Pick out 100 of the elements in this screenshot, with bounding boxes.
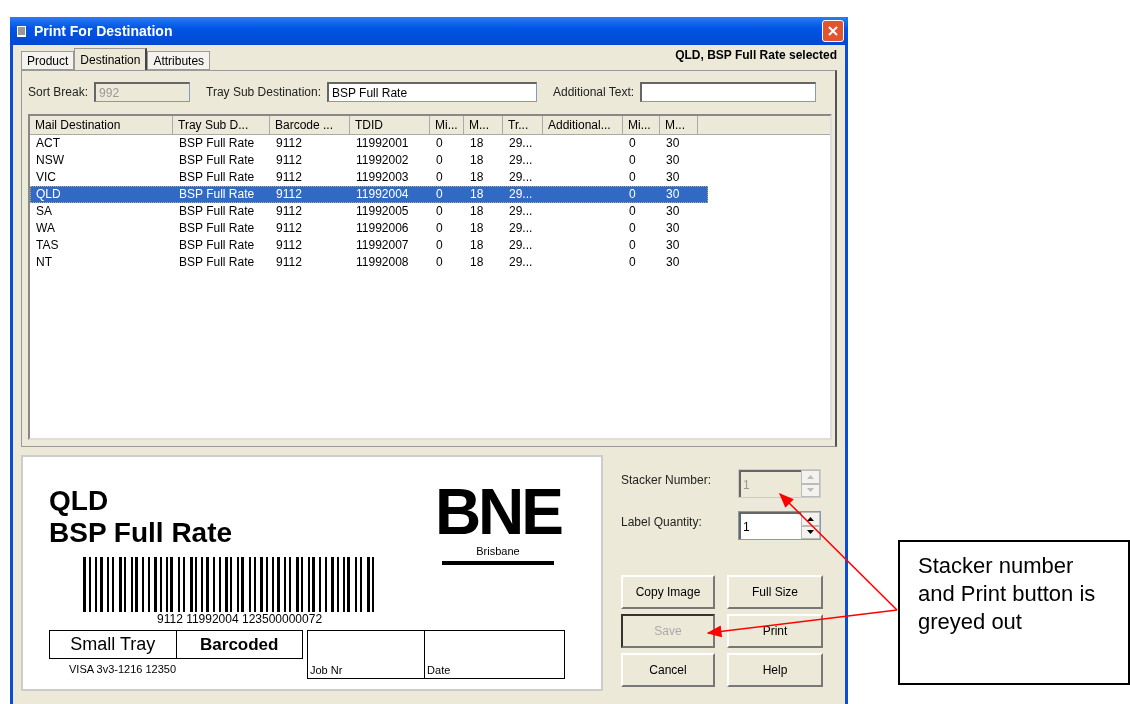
tab[interactable]: Destination [74, 48, 148, 70]
spinner-label: Label Quantity: [621, 515, 702, 529]
table-cell-text: 11992005 [355, 204, 410, 219]
column-header[interactable]: Mi... [623, 116, 660, 135]
column-header[interactable]: Mail Destination [30, 116, 173, 135]
table-cell-text: 30 [665, 187, 681, 202]
tray-size: Small Tray [70, 634, 156, 655]
table-cell-text: TAS [35, 238, 60, 253]
table-cell-text: 9112 [275, 153, 303, 168]
table-cell-text: 9112 [275, 204, 303, 219]
table-cell-text: 0 [435, 170, 444, 185]
text-field[interactable]: BSP Full Rate [327, 82, 537, 102]
table-cell-text: 9112 [275, 255, 303, 270]
table-cell-text: 11992001 [355, 136, 410, 151]
table-cell-text: BSP Full Rate [178, 170, 256, 185]
table-cell-text: 9112 [275, 187, 303, 202]
table-cell-text: 29... [508, 221, 534, 236]
table-cell-text: 0 [435, 153, 444, 168]
table-cell-text: 30 [665, 204, 681, 219]
column-header[interactable]: M... [464, 116, 503, 135]
table-cell-text: 0 [435, 221, 444, 236]
table-cell-text: 11992004 [355, 187, 410, 202]
table-cell-text: NT [35, 255, 53, 270]
port-name: Brisbane [476, 545, 520, 557]
destination-text: QLD [49, 485, 110, 517]
field-label: Sort Break: [28, 85, 89, 99]
table-cell-text: 30 [665, 255, 681, 270]
table-cell-text: 11992002 [355, 153, 410, 168]
column-header[interactable]: Barcode ... [270, 116, 350, 135]
field-label: Tray Sub Destination: [206, 85, 321, 99]
dialog-button[interactable]: Cancel [621, 653, 715, 687]
column-header[interactable]: Mi... [430, 116, 464, 135]
table-cell-text: 11992006 [355, 221, 410, 236]
table-cell-text: 30 [665, 153, 681, 168]
up-arrow-icon [807, 516, 814, 521]
text-field[interactable] [640, 82, 817, 102]
table-cell-text: BSP Full Rate [178, 153, 256, 168]
table-cell-text: 11992003 [355, 170, 410, 185]
table-row[interactable]: NT BSP Full Rate 9112 11992008 0 18 29... 0 30 [30, 254, 708, 271]
down-arrow-icon [807, 530, 814, 535]
table-cell-text: 11992008 [355, 255, 410, 270]
table-cell-text: NSW [35, 153, 65, 168]
table-cell-text: 9112 [275, 136, 303, 151]
table-cell-text: 0 [435, 136, 444, 151]
tab[interactable]: Attributes [147, 51, 211, 70]
table-cell-text: BSP Full Rate [178, 238, 256, 253]
close-icon [828, 26, 838, 36]
table-cell-text: 30 [665, 170, 681, 185]
job-label: Job Nr [310, 664, 343, 676]
table-row[interactable]: NSW BSP Full Rate 9112 11992002 0 18 29... 0 30 [30, 152, 708, 169]
table-cell-text: 18 [469, 204, 485, 219]
table-cell-text: 29... [508, 255, 534, 270]
tab[interactable]: Product [21, 51, 75, 70]
table-cell-text: 9112 [275, 238, 303, 253]
column-header[interactable]: TDID [350, 116, 430, 135]
table-cell-text: ACT [35, 136, 61, 151]
dialog-button[interactable]: Help [727, 653, 823, 687]
table-cell-text: SA [35, 204, 53, 219]
dialog-button[interactable]: Copy Image [621, 575, 715, 609]
table-cell-text: 0 [628, 238, 637, 253]
table-cell-text: 30 [665, 238, 681, 253]
table-cell-text: 0 [628, 204, 637, 219]
table-cell-text: 30 [665, 136, 681, 151]
column-header[interactable]: Tray Sub D... [173, 116, 270, 135]
dialog-button[interactable]: Print [727, 614, 823, 648]
table-cell-text: 0 [628, 221, 637, 236]
down-arrow-icon [807, 488, 814, 493]
table-row[interactable]: VIC BSP Full Rate 9112 11992003 0 18 29... 0 30 [30, 169, 708, 186]
column-header[interactable]: Additional... [543, 116, 623, 135]
table-cell-text: 0 [628, 170, 637, 185]
date-label: Date [427, 664, 451, 676]
dialog-button[interactable]: Full Size [727, 575, 823, 609]
visa-text: VISA 3v3-1216 12350 [69, 663, 178, 675]
table-row[interactable]: ACT BSP Full Rate 9112 11992001 0 18 29... 0 30 [30, 135, 708, 152]
table-row[interactable]: QLD BSP Full Rate 9112 11992004 0 18 29... 0 30 [30, 186, 708, 203]
table-row[interactable]: WA BSP Full Rate 9112 11992006 0 18 29... 0 30 [30, 220, 708, 237]
table-cell-text: 29... [508, 187, 534, 202]
table-cell-text: 29... [508, 153, 534, 168]
table-cell-text: 18 [469, 153, 485, 168]
table-cell-text: BSP Full Rate [178, 136, 256, 151]
field-label: Additional Text: [553, 85, 635, 99]
column-header[interactable]: Tr... [503, 116, 543, 135]
table-cell-text: 18 [469, 238, 485, 253]
number-spinner[interactable]: 1 [738, 511, 821, 540]
table-cell-text: VIC [35, 170, 57, 185]
table-row[interactable]: SA BSP Full Rate 9112 11992005 0 18 29... 0 30 [30, 203, 708, 220]
table-cell-text: 0 [628, 136, 637, 151]
rate-text: BSP Full Rate [49, 517, 234, 549]
spin-up-button[interactable] [801, 512, 820, 526]
close-button[interactable] [822, 20, 844, 42]
port-code: BNE [434, 479, 561, 545]
table-cell-text: 30 [665, 221, 681, 236]
table-cell-text: BSP Full Rate [178, 255, 256, 270]
table-cell-text: QLD [35, 187, 62, 202]
table-cell-text: 9112 [275, 221, 303, 236]
table-cell-text: 0 [628, 153, 637, 168]
column-header[interactable]: M... [660, 116, 698, 135]
table-cell-text: 0 [435, 187, 444, 202]
table-row[interactable]: TAS BSP Full Rate 9112 11992007 0 18 29... 0 30 [30, 237, 708, 254]
callout-text: Stacker number and Print button is greyed out [918, 553, 1096, 634]
